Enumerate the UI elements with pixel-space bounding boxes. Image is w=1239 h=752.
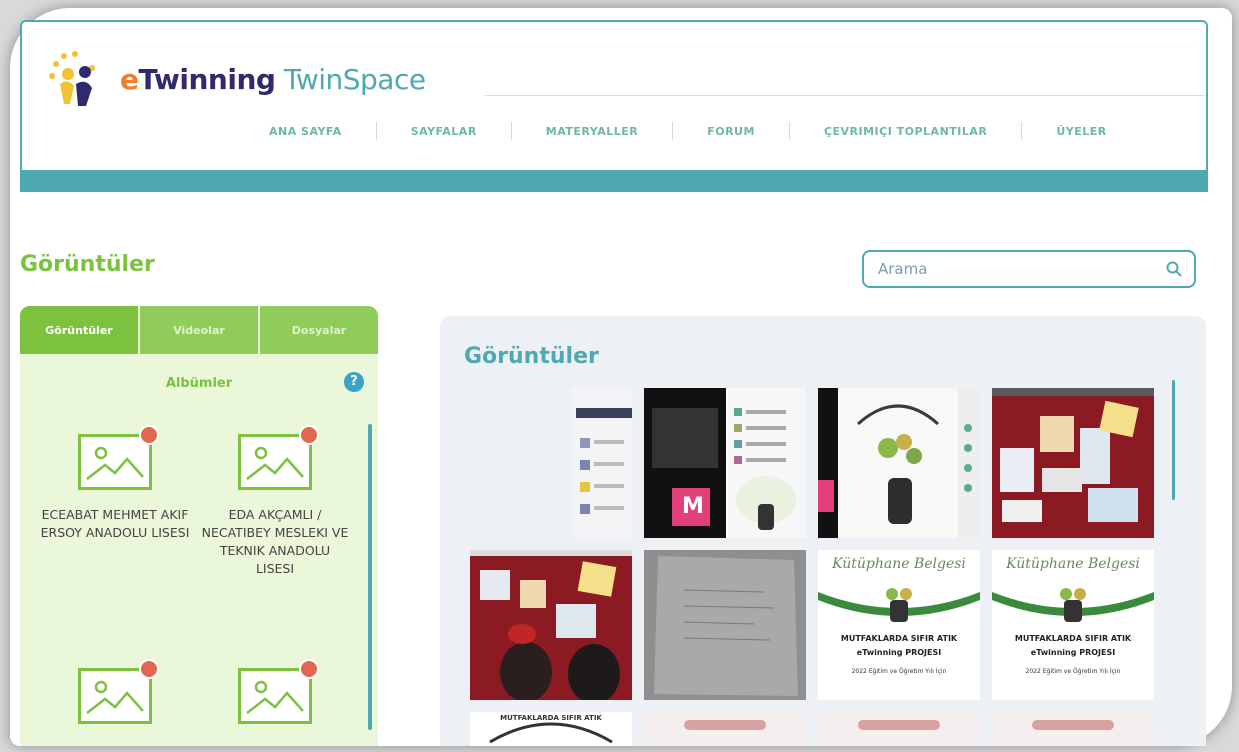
- search-icon[interactable]: [1166, 261, 1182, 277]
- poster-line-3: 2022 Eğitim ve Öğretim Yılı İçin: [851, 668, 947, 675]
- gallery-thumbnail[interactable]: [992, 388, 1154, 538]
- logo-text-e: e: [120, 62, 139, 96]
- image-placeholder-icon: [78, 425, 159, 490]
- poster-title: Kütüphane Belgesi: [832, 556, 966, 572]
- albums-header: Albümler ?: [20, 354, 378, 408]
- album-item[interactable]: [200, 659, 350, 740]
- image-placeholder-icon: [238, 425, 319, 490]
- gallery-thumbnail[interactable]: [818, 712, 980, 746]
- etwinning-logo[interactable]: eTwinning TwinSpace: [48, 50, 426, 108]
- nav-materyaller[interactable]: MATERYALLER: [512, 125, 672, 138]
- album-badge-icon: [299, 659, 319, 679]
- gallery-thumbnail[interactable]: M: [644, 388, 806, 538]
- album-badge-icon: [299, 425, 319, 445]
- page-title: Görüntüler: [20, 252, 155, 277]
- album-name: ECEABAT MEHMET AKIF ERSOY ANADOLU LISESI: [40, 507, 190, 540]
- logo-text-twinning: Twinning: [138, 62, 276, 96]
- gallery-thumbnail[interactable]: [644, 712, 806, 746]
- gallery-thumbnail[interactable]: Kütüphane Belgesi MUTFAKLARDA SIFIR ATIK…: [818, 550, 980, 700]
- image-placeholder-icon: [78, 659, 159, 724]
- poster-line-3: 2022 Eğitim ve Öğretim Yılı İçin: [1025, 668, 1121, 675]
- tab-dosyalar[interactable]: Dosyalar: [260, 306, 378, 354]
- search-box: [862, 250, 1196, 288]
- help-icon[interactable]: ?: [344, 372, 364, 392]
- poster-line-1: MUTFAKLARDA SIFIR ATIK: [1014, 634, 1132, 643]
- gallery-thumbnail[interactable]: [644, 550, 806, 700]
- gallery-scrollbar[interactable]: [1172, 380, 1175, 500]
- logo-text-twinspace: TwinSpace: [283, 62, 426, 96]
- album-item[interactable]: EDA AKÇAMLI / NECATIBEY MESLEKI VE TEKNI…: [200, 425, 350, 578]
- nav-forum[interactable]: FORUM: [673, 125, 789, 138]
- nav-divider-line: [485, 95, 1205, 96]
- tab-goruntuler[interactable]: Görüntüler: [20, 306, 140, 354]
- header-accent-bar: [20, 170, 1208, 192]
- media-sidebar: Görüntüler Videolar Dosyalar Albümler ? …: [20, 306, 378, 746]
- gallery-thumbnail[interactable]: [470, 550, 632, 700]
- albums-title: Albümler: [165, 376, 233, 391]
- main-nav: ANA SAYFA SAYFALAR MATERYALLER FORUM ÇEV…: [235, 122, 1180, 140]
- search-input[interactable]: [876, 259, 1150, 279]
- poster-header-arc: MUTFAKLARDA SIFIR ATIK: [500, 714, 602, 722]
- nav-cevrimici-toplantilar[interactable]: ÇEVRIMIÇI TOPLANTILAR: [790, 125, 1021, 138]
- album-badge-icon: [139, 425, 159, 445]
- albums-scrollbar[interactable]: [368, 424, 372, 730]
- nav-ana-sayfa[interactable]: ANA SAYFA: [235, 125, 376, 138]
- image-placeholder-icon: [238, 659, 319, 724]
- poster-title: Kütüphane Belgesi: [1006, 556, 1140, 572]
- gallery-thumbnail[interactable]: MUTFAKLARDA SIFIR ATIK: [470, 712, 632, 746]
- gallery-thumbnail[interactable]: Kütüphane Belgesi MUTFAKLARDA SIFIR ATIK…: [992, 550, 1154, 700]
- gallery-thumbnail[interactable]: [992, 712, 1154, 746]
- gallery-thumbnail[interactable]: [818, 388, 980, 538]
- poster-line-2: eTwinning PROJESI: [856, 648, 942, 657]
- poster-line-2: eTwinning PROJESI: [1030, 648, 1116, 657]
- etwinning-logo-icon: [48, 50, 106, 108]
- media-tabs: Görüntüler Videolar Dosyalar: [20, 306, 378, 354]
- nav-uyeler[interactable]: ÜYELER: [1022, 125, 1140, 138]
- tab-videolar[interactable]: Videolar: [140, 306, 260, 354]
- poster-line-1: MUTFAKLARDA SIFIR ATIK: [840, 634, 958, 643]
- logo-wordmark: eTwinning TwinSpace: [120, 63, 426, 96]
- album-item[interactable]: [40, 659, 190, 740]
- gallery-title: Görüntüler: [464, 344, 599, 369]
- album-badge-icon: [139, 659, 159, 679]
- nav-sayfalar[interactable]: SAYFALAR: [377, 125, 511, 138]
- meeting-avatar-label: M: [682, 494, 704, 519]
- album-name: EDA AKÇAMLI / NECATIBEY MESLEKI VE TEKNI…: [201, 507, 349, 576]
- gallery-panel: Görüntüler M Kütüphane Belgesi MUTFAKLAR…: [440, 316, 1206, 746]
- album-item[interactable]: ECEABAT MEHMET AKIF ERSOY ANADOLU LISESI: [40, 425, 190, 542]
- gallery-thumbnail[interactable]: [572, 388, 632, 538]
